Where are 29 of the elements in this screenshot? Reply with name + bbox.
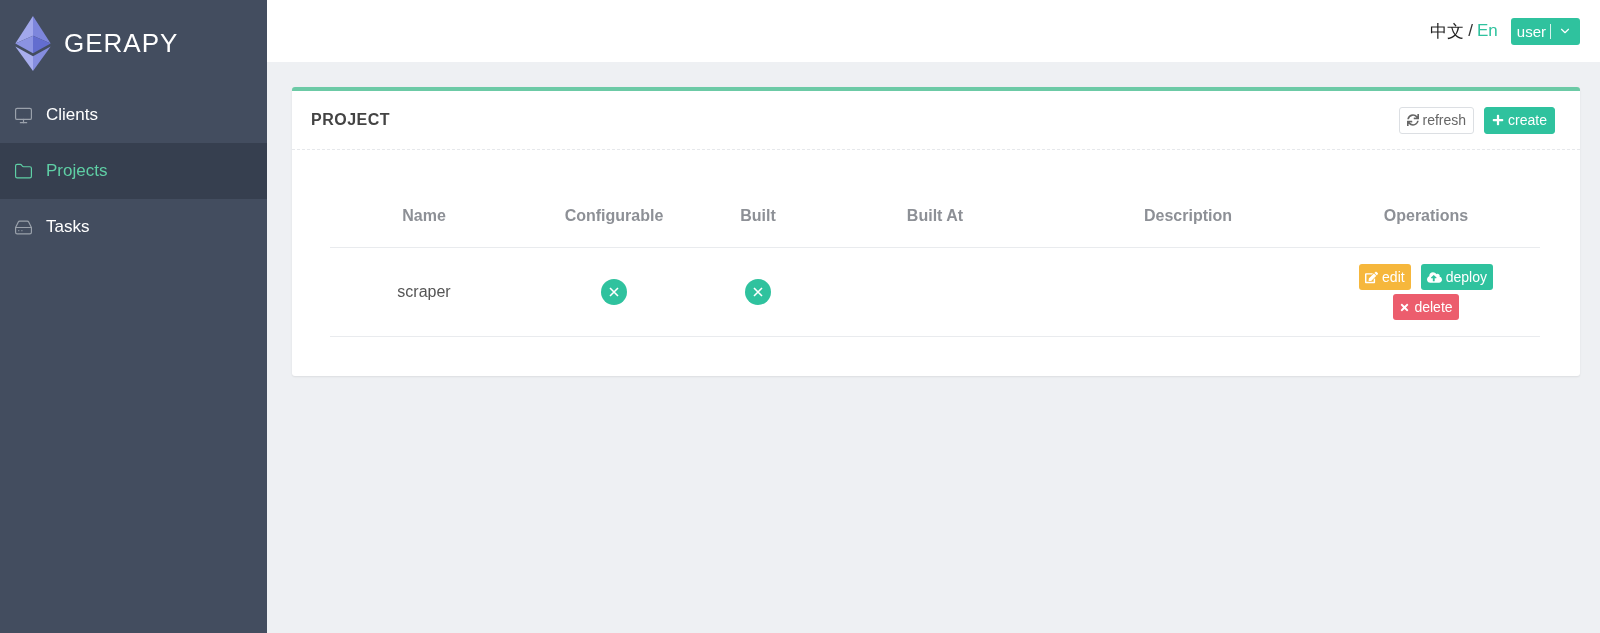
diamond-logo-icon (15, 16, 51, 71)
sidebar-item[interactable]: Clients (0, 87, 267, 143)
column-header: Built (710, 185, 806, 248)
column-header: Operations (1312, 185, 1540, 248)
sidebar-item[interactable]: Projects (0, 143, 267, 199)
delete-button[interactable]: delete (1393, 294, 1459, 320)
edit-button[interactable]: edit (1359, 264, 1411, 290)
language-separator: / (1468, 21, 1473, 41)
project-name: scraper (397, 283, 451, 300)
refresh-button[interactable]: refresh (1398, 106, 1475, 134)
column-header: Configurable (518, 185, 710, 248)
column-header: Built At (806, 185, 1064, 248)
column-header: Description (1064, 185, 1312, 248)
folder-icon (14, 161, 33, 181)
create-button[interactable]: create (1484, 106, 1555, 134)
plus-icon (1492, 114, 1505, 126)
card-title: PROJECT (311, 111, 391, 129)
deploy-button[interactable]: deploy (1420, 264, 1493, 290)
x-icon (1399, 301, 1411, 313)
refresh-icon (1406, 114, 1419, 126)
brand-name: GERAPY (64, 28, 179, 59)
monitor-icon (14, 105, 33, 125)
column-header: Name (330, 185, 518, 248)
cloud-upload-icon (1426, 269, 1442, 285)
user-menu-button[interactable]: user (1510, 17, 1580, 45)
language-option[interactable]: 中文 (1430, 19, 1465, 43)
language-option[interactable]: En (1477, 21, 1498, 41)
edit-icon (1365, 270, 1379, 284)
sidebar-item[interactable]: Tasks (0, 199, 267, 255)
